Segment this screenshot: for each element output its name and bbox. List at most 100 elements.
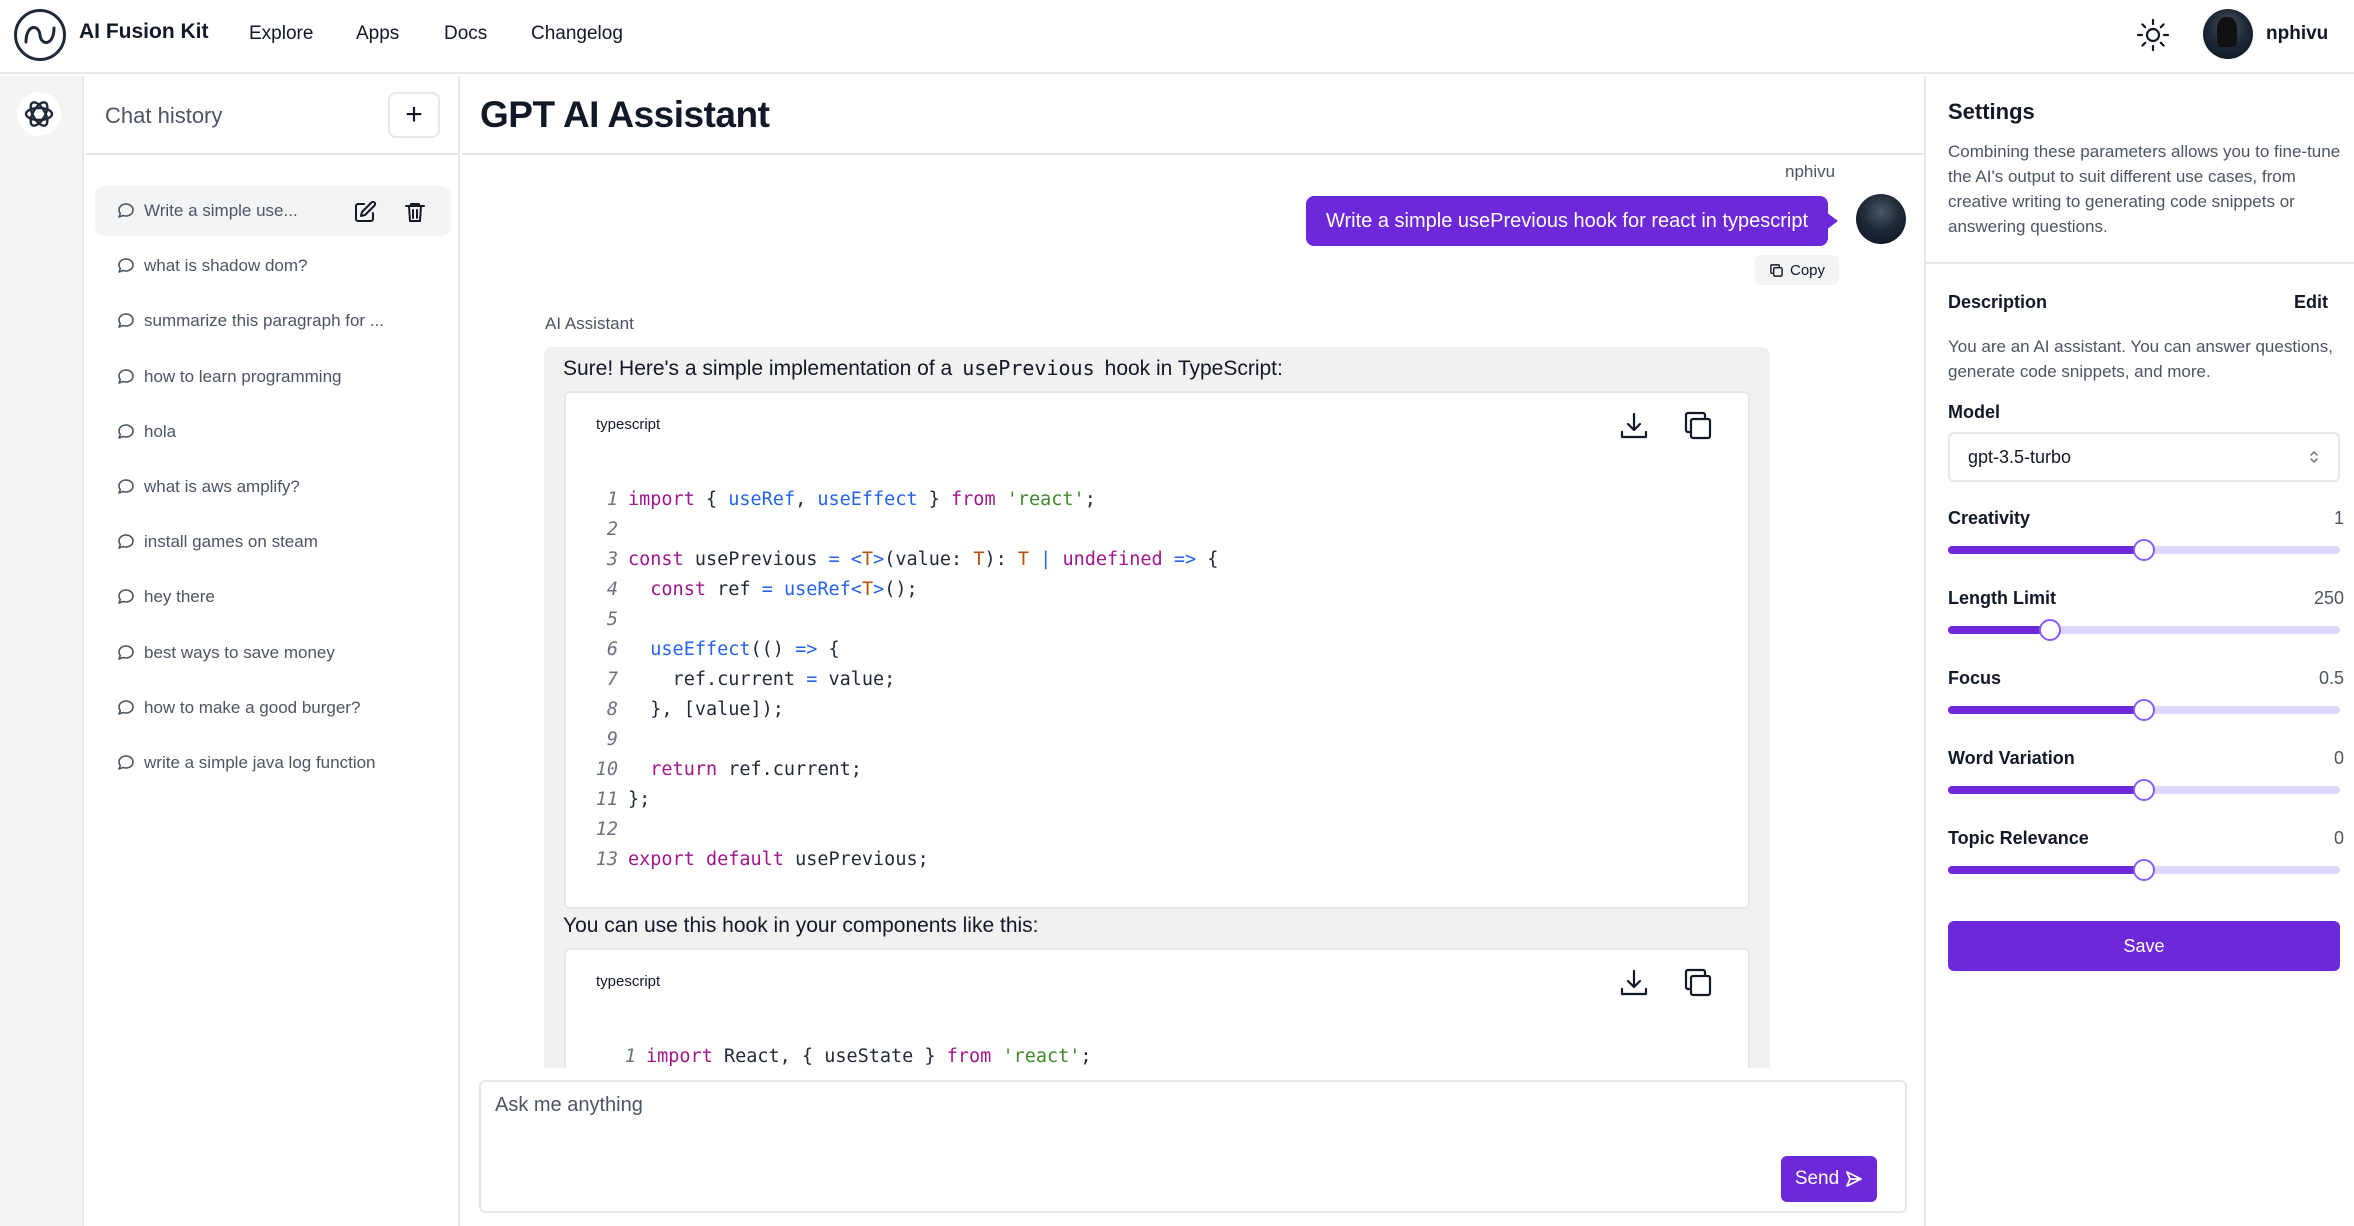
slider-thumb[interactable] xyxy=(2133,539,2155,561)
model-label: Model xyxy=(1948,402,2000,422)
chat-history-item[interactable]: what is aws amplify? xyxy=(95,462,451,512)
slider-track[interactable] xyxy=(1948,859,2340,881)
line-number: 1 xyxy=(606,489,618,510)
code-block: typescript 1 import { useRef, useEffect }… xyxy=(564,391,1750,909)
chat-bubble-icon xyxy=(116,311,136,331)
slider-value: 0 xyxy=(2333,748,2344,768)
settings-intro: Combining these parameters allows you to… xyxy=(1948,142,2341,236)
slider-fill xyxy=(1948,626,2050,634)
chat-history-item[interactable]: hey there xyxy=(95,572,451,622)
code-line: 1 import { useRef, useEffect } from 'reac… xyxy=(586,485,1218,515)
code-line: 2 xyxy=(586,515,1218,545)
chat-history-label: Write a simple use... xyxy=(144,201,298,220)
slider-thumb[interactable] xyxy=(2133,699,2155,721)
chat-history-item[interactable]: hola xyxy=(95,407,451,457)
slider-track[interactable] xyxy=(1948,779,2340,801)
chat-history-item[interactable]: how to make a good burger? xyxy=(95,683,451,733)
download-icon[interactable] xyxy=(1617,966,1651,1000)
settings-title: Settings xyxy=(1948,99,2035,124)
code-line: 13 export default usePrevious; xyxy=(586,845,1218,875)
chat-main: GPT AI Assistant nphivu Write a simple u… xyxy=(462,76,1924,1226)
nav-link-explore[interactable]: Explore xyxy=(249,23,313,45)
chat-history-label: how to make a good burger? xyxy=(144,697,361,717)
message-author: nphivu xyxy=(1785,162,1836,181)
slider-label: Focus xyxy=(1948,668,2002,688)
code-text: }; xyxy=(628,789,651,810)
user-name[interactable]: nphivu xyxy=(2266,23,2328,45)
line-number: 9 xyxy=(606,729,618,750)
slider-track[interactable] xyxy=(1948,539,2340,561)
copy-code-icon[interactable] xyxy=(1681,409,1715,443)
copy-message-button[interactable]: Copy xyxy=(1755,255,1839,285)
chat-bubble-icon xyxy=(116,367,136,387)
code-line: 4 const ref = useRef<T>(); xyxy=(586,575,1218,605)
inline-code: usePrevious xyxy=(962,356,1095,380)
intro-text: Sure! Here's a simple implementation of … xyxy=(563,357,953,380)
send-button[interactable]: Send xyxy=(1781,1156,1877,1202)
slider-value: 250 xyxy=(2313,588,2344,608)
brand-name[interactable]: AI Fusion Kit xyxy=(79,20,209,44)
slider-value: 1 xyxy=(2333,508,2344,528)
save-button[interactable]: Save xyxy=(1948,921,2340,971)
chat-history-label: best ways to save money xyxy=(144,642,335,662)
slider-thumb[interactable] xyxy=(2133,779,2155,801)
slider-value: 0 xyxy=(2333,828,2344,848)
chevron-up-down-icon xyxy=(2310,450,2318,464)
slider-track[interactable] xyxy=(1948,699,2340,721)
ai-fusion-logo-icon[interactable] xyxy=(14,9,66,61)
chat-history-item[interactable]: install games on steam xyxy=(95,517,451,567)
slider-thumb[interactable] xyxy=(2133,859,2155,881)
slider-fill xyxy=(1948,866,2144,874)
chat-history-item[interactable]: best ways to save money xyxy=(95,628,451,678)
code-text: const ref = useRef<T>(); xyxy=(650,579,918,600)
chat-history-item[interactable]: write a simple java log function xyxy=(95,738,451,788)
slider-value: 0.5 xyxy=(2318,668,2344,688)
download-icon[interactable] xyxy=(1617,409,1651,443)
description-text: You are an AI assistant. You can answer … xyxy=(1948,337,2333,381)
avatar xyxy=(1856,194,1906,244)
sun-icon[interactable] xyxy=(2136,18,2170,52)
new-chat-button[interactable]: + xyxy=(388,92,440,138)
line-number: 3 xyxy=(606,549,618,570)
settings-panel: Settings Combining these parameters allo… xyxy=(1924,76,2354,1226)
code-text: useEffect(() => { xyxy=(650,639,840,660)
copy-label: Copy xyxy=(1789,261,1826,279)
code-lines: 1 import { useRef, useEffect } from 'reac… xyxy=(586,485,1219,875)
line-number: 2 xyxy=(606,519,618,540)
slider-label: Topic Relevance xyxy=(1948,828,2089,848)
chat-bubble-icon xyxy=(116,532,136,552)
model-select[interactable]: gpt-3.5-turbo xyxy=(1948,432,2340,482)
openai-icon[interactable] xyxy=(17,92,61,136)
code-line: 6 useEffect(() => { xyxy=(586,635,1218,665)
edit-description-button[interactable]: Edit xyxy=(2294,292,2328,313)
trash-icon[interactable] xyxy=(403,200,427,224)
chat-history-label: what is aws amplify? xyxy=(144,477,300,496)
chat-history-item[interactable]: what is shadow dom? xyxy=(95,241,451,291)
slider-thumb[interactable] xyxy=(2038,619,2061,641)
nav-link-docs[interactable]: Docs xyxy=(444,23,487,45)
nav-link-apps[interactable]: Apps xyxy=(356,23,399,45)
code-line: 7 ref.current = value; xyxy=(586,665,1218,695)
chat-history-label: what is shadow dom? xyxy=(144,256,308,276)
user-avatar[interactable] xyxy=(2203,9,2253,59)
slider-track[interactable] xyxy=(1948,619,2340,641)
code-line: 5 xyxy=(586,605,1218,635)
slider-label: Length Limit xyxy=(1948,588,2056,608)
chat-history-label: write a simple java log function xyxy=(144,753,376,772)
chat-history-item[interactable]: Write a simple use... xyxy=(95,186,451,236)
copy-code-icon[interactable] xyxy=(1681,966,1715,1000)
code-language: typescript xyxy=(596,416,661,433)
chat-history-item[interactable]: how to learn programming xyxy=(95,352,451,402)
line-number: 4 xyxy=(606,579,618,600)
edit-icon[interactable] xyxy=(353,200,377,224)
chat-input[interactable] xyxy=(481,1082,1905,1211)
chat-history-item[interactable]: summarize this paragraph for ... xyxy=(95,296,451,346)
line-number: 11 xyxy=(595,789,618,810)
chat-history-label: hey there xyxy=(144,587,215,607)
chat-input-box xyxy=(479,1080,1907,1213)
chat-history-label: hola xyxy=(144,421,177,441)
divider xyxy=(1926,262,2354,264)
assistant-paragraph: You can use this hook in your components… xyxy=(563,914,1039,937)
code-line: 12 xyxy=(586,815,1218,845)
nav-link-changelog[interactable]: Changelog xyxy=(531,23,623,45)
